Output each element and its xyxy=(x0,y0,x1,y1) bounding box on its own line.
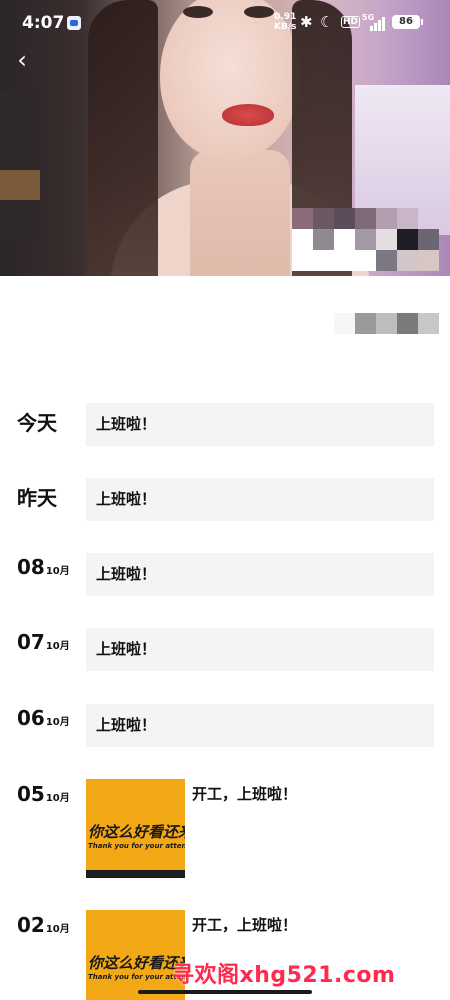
entry-text-card[interactable]: 上班啦！ xyxy=(86,553,434,596)
entry-day: 06 xyxy=(17,706,45,730)
entry-month: 10月 xyxy=(45,717,70,728)
thumbnail-text-en: Thank you for your atten xyxy=(88,973,185,981)
entry-day: 05 xyxy=(17,782,45,806)
name-mosaic xyxy=(334,313,439,334)
entry-date: 今天 xyxy=(17,411,57,435)
home-indicator[interactable] xyxy=(138,990,312,994)
entry-month: 10月 xyxy=(45,793,70,804)
signal-icon: 5G xyxy=(362,13,386,31)
bluetooth-icon: ✱ xyxy=(300,13,313,31)
entry-day: 08 xyxy=(17,555,45,579)
cover-neck xyxy=(190,150,290,276)
network-speed-unit: KB/s xyxy=(274,22,297,32)
entry-text-card[interactable]: 上班啦！ xyxy=(86,478,434,521)
entry-thumbnail[interactable]: 你这么好看还来 Thank you for your atten xyxy=(86,779,185,878)
entry-text-card[interactable]: 上班啦！ xyxy=(86,403,434,446)
status-bar: 4:07 0.91 KB/s ✱ ☾ HD 5G 86 xyxy=(0,0,450,46)
site-watermark: 寻欢阁xhg521.com xyxy=(172,963,396,988)
entry-date: 0210月 xyxy=(17,913,70,937)
entry-date: 0610月 xyxy=(17,706,70,730)
entry-caption[interactable]: 开工，上班啦！ xyxy=(192,914,297,935)
moon-icon: ☾ xyxy=(320,13,334,31)
status-time: 4:07 xyxy=(22,13,65,33)
entry-month: 10月 xyxy=(45,924,70,935)
hd-voice-badge: HD xyxy=(341,16,361,28)
avatar-mosaic[interactable] xyxy=(292,208,442,293)
app-notification-icon xyxy=(67,16,81,30)
entry-date: 0810月 xyxy=(17,555,70,579)
entry-day: 07 xyxy=(17,630,45,654)
entry-date: 昨天 xyxy=(17,486,57,510)
network-speed: 0.91 KB/s xyxy=(274,12,296,32)
thumbnail-strip xyxy=(86,870,185,878)
entry-month: 10月 xyxy=(45,566,70,577)
chevron-left-icon: ‹ xyxy=(17,46,27,74)
entry-text-card[interactable]: 上班啦！ xyxy=(86,704,434,747)
entry-date: 0510月 xyxy=(17,782,70,806)
entry-thumbnail[interactable]: 你这么好看还来 Thank you for your atten xyxy=(86,910,185,1000)
entry-month: 10月 xyxy=(45,641,70,652)
entry-caption[interactable]: 开工，上班啦！ xyxy=(192,783,297,804)
cover-background-left xyxy=(0,90,40,240)
entry-text-card[interactable]: 上班啦！ xyxy=(86,628,434,671)
back-button[interactable]: ‹ xyxy=(10,46,34,74)
network-speed-value: 0.91 xyxy=(274,12,297,22)
cover-shelf xyxy=(0,170,40,200)
entry-day: 02 xyxy=(17,913,45,937)
entry-date: 0710月 xyxy=(17,630,70,654)
thumbnail-text-en: Thank you for your atten xyxy=(88,842,185,850)
thumbnail-text-cn: 你这么好看还来 xyxy=(88,954,185,972)
signal-label: 5G xyxy=(362,13,375,22)
battery-icon: 86 xyxy=(392,15,423,29)
cover-lips xyxy=(222,104,274,126)
thumbnail-text-cn: 你这么好看还来 xyxy=(88,823,185,841)
